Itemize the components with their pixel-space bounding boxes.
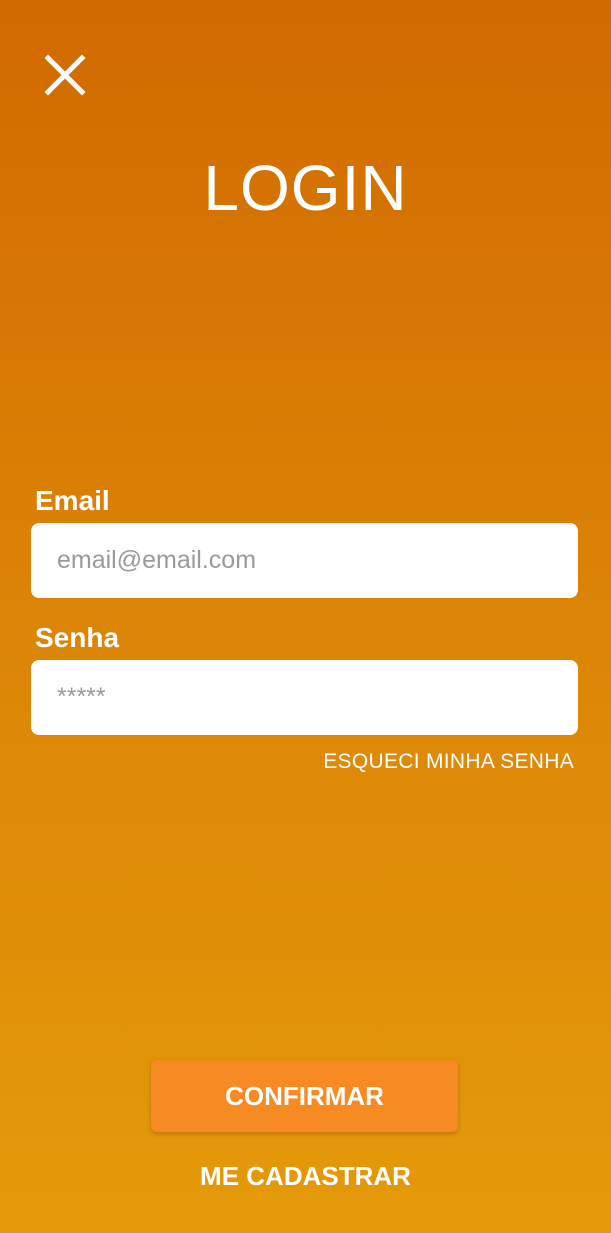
password-label: Senha — [35, 622, 120, 653]
register-link[interactable]: ME CADASTRAR — [0, 1160, 611, 1192]
close-button[interactable] — [38, 48, 92, 102]
close-icon — [44, 54, 86, 96]
email-field-container — [31, 523, 578, 598]
password-input[interactable] — [31, 660, 578, 735]
password-field-container — [31, 660, 578, 735]
forgot-password-link[interactable]: ESQUECI MINHA SENHA — [323, 749, 574, 775]
login-screen: LOGIN Email Senha ESQUECI MINHA SENHA CO… — [0, 0, 611, 1233]
email-label: Email — [35, 485, 110, 516]
confirm-button[interactable]: CONFIRMAR — [151, 1060, 458, 1132]
email-input[interactable] — [31, 523, 578, 598]
page-title: LOGIN — [203, 152, 408, 224]
